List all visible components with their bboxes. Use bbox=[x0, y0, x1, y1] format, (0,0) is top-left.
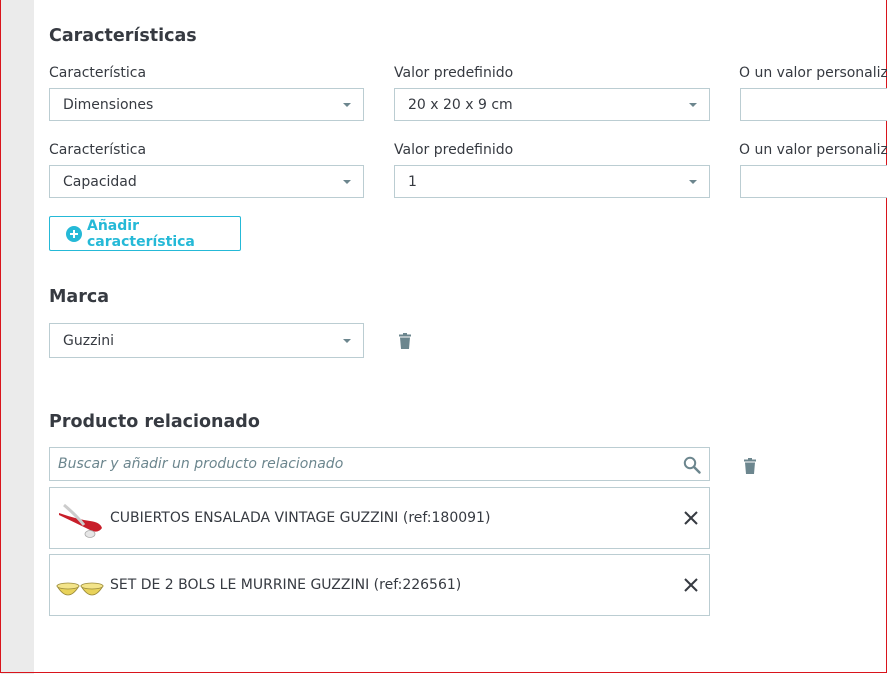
predef-value-label: Valor predefinido bbox=[394, 65, 514, 81]
predef-value-label: Valor predefinido bbox=[394, 142, 514, 158]
related-product-name: SET DE 2 BOLS LE MURRINE GUZZINI (ref:22… bbox=[110, 577, 462, 593]
feature-select-value: Dimensiones bbox=[63, 96, 154, 113]
trash-icon[interactable] bbox=[744, 458, 756, 474]
caret-down-icon bbox=[343, 339, 351, 343]
related-product-item: CUBIERTOS ENSALADA VINTAGE GUZZINI (ref:… bbox=[49, 487, 710, 549]
custom-value-input[interactable] bbox=[740, 88, 887, 121]
related-product-item: SET DE 2 BOLS LE MURRINE GUZZINI (ref:22… bbox=[49, 554, 710, 616]
brand-title: Marca bbox=[49, 287, 110, 307]
product-options-panel: Características Característica Valor pre… bbox=[34, 0, 887, 674]
features-title: Características bbox=[49, 26, 197, 46]
trash-icon[interactable] bbox=[399, 333, 411, 349]
caret-down-icon bbox=[343, 103, 351, 107]
predef-value-select[interactable]: 1 bbox=[394, 165, 710, 198]
related-product-search-input[interactable]: Buscar y añadir un producto relacionado bbox=[49, 447, 710, 481]
plus-circle-icon bbox=[66, 225, 82, 242]
custom-value-label: O un valor personaliza bbox=[739, 65, 887, 81]
brand-select-value: Guzzini bbox=[63, 332, 115, 349]
predef-value-select[interactable]: 20 x 20 x 9 cm bbox=[394, 88, 710, 121]
search-icon[interactable] bbox=[683, 456, 701, 474]
related-product-name: CUBIERTOS ENSALADA VINTAGE GUZZINI (ref:… bbox=[110, 510, 491, 526]
custom-value-label: O un valor personaliza bbox=[739, 142, 887, 158]
caret-down-icon bbox=[689, 180, 697, 184]
add-feature-button[interactable]: Añadir característica bbox=[49, 216, 241, 251]
feature-select[interactable]: Dimensiones bbox=[49, 88, 364, 121]
feature-select-value: Capacidad bbox=[63, 173, 137, 190]
custom-value-input[interactable] bbox=[740, 165, 887, 198]
feature-label: Característica bbox=[49, 142, 147, 158]
add-feature-label: Añadir característica bbox=[87, 217, 195, 250]
related-products-title: Producto relacionado bbox=[49, 412, 260, 432]
product-thumbnail bbox=[56, 497, 104, 541]
close-icon[interactable] bbox=[683, 510, 699, 526]
product-thumbnail bbox=[56, 564, 104, 608]
search-placeholder: Buscar y añadir un producto relacionado bbox=[58, 456, 344, 472]
predef-value-select-value: 1 bbox=[408, 173, 417, 190]
feature-select[interactable]: Capacidad bbox=[49, 165, 364, 198]
brand-select[interactable]: Guzzini bbox=[49, 323, 364, 358]
close-icon[interactable] bbox=[683, 577, 699, 593]
caret-down-icon bbox=[689, 103, 697, 107]
predef-value-select-value: 20 x 20 x 9 cm bbox=[408, 96, 513, 113]
feature-label: Característica bbox=[49, 65, 147, 81]
caret-down-icon bbox=[343, 180, 351, 184]
